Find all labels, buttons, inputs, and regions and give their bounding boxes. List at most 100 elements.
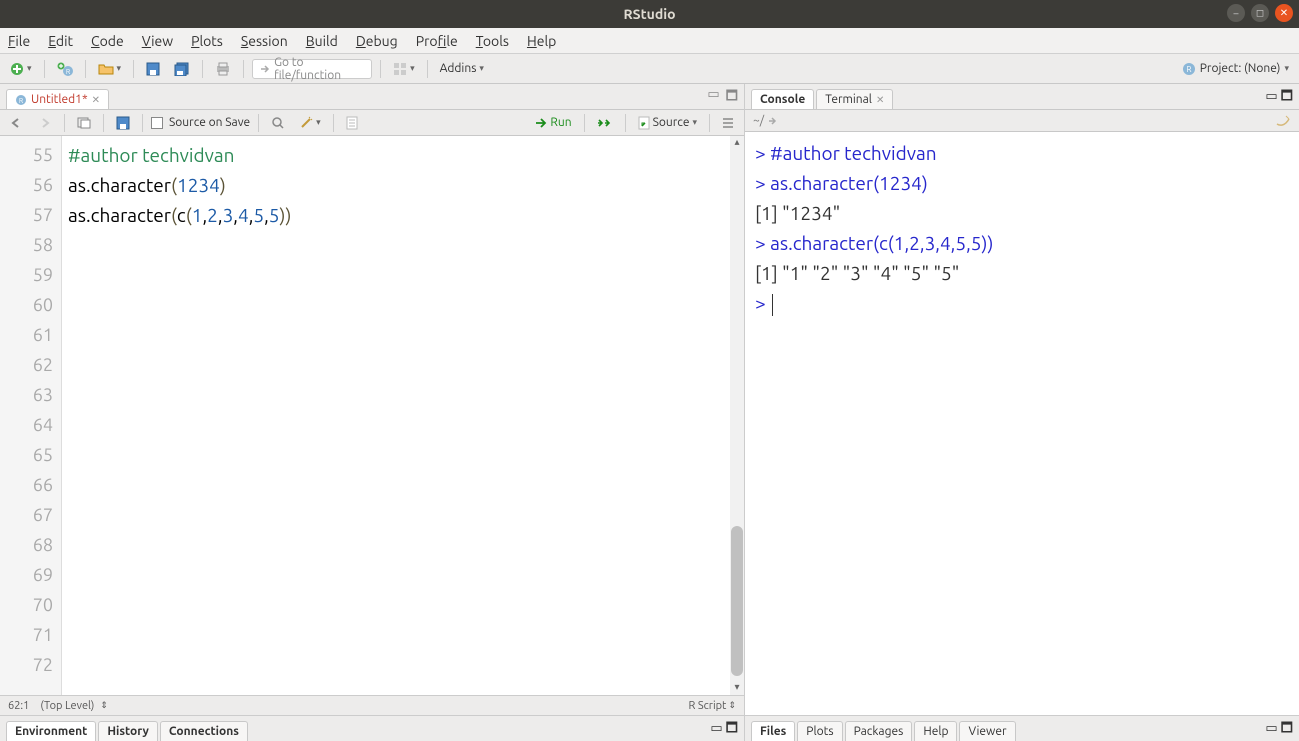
- menu-code[interactable]: Code: [91, 33, 124, 49]
- minimize-icon[interactable]: –: [1227, 4, 1245, 22]
- back-button[interactable]: [6, 115, 28, 131]
- maximize-pane-icon[interactable]: 🗖: [726, 87, 738, 109]
- tab-history[interactable]: History: [98, 721, 158, 741]
- code-area[interactable]: #author techvidvanas.character(1234)as.c…: [62, 136, 744, 695]
- source-on-save-checkbox[interactable]: [151, 117, 163, 129]
- separator: [133, 60, 134, 78]
- project-menu[interactable]: R Project: (None) ▾: [1178, 60, 1293, 78]
- rerun-button[interactable]: [593, 115, 617, 131]
- open-file-button[interactable]: ▾: [94, 60, 126, 78]
- scroll-down-icon[interactable]: ▾: [730, 681, 744, 695]
- minimize-pane-icon[interactable]: ▭: [710, 721, 722, 735]
- minimize-pane-icon[interactable]: ▭: [1265, 89, 1277, 103]
- menubar: File Edit Code View Plots Session Build …: [0, 28, 1299, 54]
- scope-label[interactable]: (Top Level): [40, 700, 94, 712]
- new-file-button[interactable]: ▾: [6, 60, 36, 78]
- save-button[interactable]: [142, 60, 164, 78]
- popout-icon: [77, 117, 91, 129]
- source-icon: [638, 116, 650, 130]
- wand-button[interactable]: ▾: [295, 114, 325, 132]
- menu-help[interactable]: Help: [527, 33, 556, 49]
- console-body[interactable]: > #author techvidvan> as.character(1234)…: [745, 132, 1299, 715]
- chevron-down-icon: ▾: [316, 117, 321, 128]
- tab-help[interactable]: Help: [914, 721, 957, 741]
- source-button[interactable]: Source ▾: [634, 114, 701, 132]
- editor-statusbar: 62:1 (Top Level) ⇕ R Script ⇕: [0, 695, 744, 715]
- chevron-down-icon: ▾: [1284, 63, 1289, 74]
- chevron-down-icon: ▾: [117, 63, 122, 74]
- run-button[interactable]: Run: [530, 114, 575, 131]
- tab-plots[interactable]: Plots: [797, 721, 842, 741]
- chevron-down-icon: ▾: [692, 117, 697, 128]
- editor-scrollbar[interactable]: ▴ ▾: [730, 136, 744, 695]
- new-project-button[interactable]: R: [53, 60, 77, 78]
- menu-file[interactable]: File: [8, 33, 30, 49]
- clear-console-icon[interactable]: [1275, 114, 1291, 128]
- restore-pane-icon[interactable]: 🗖: [1281, 721, 1293, 735]
- addins-button[interactable]: Addins ▾: [436, 60, 488, 77]
- separator: [243, 60, 244, 78]
- menu-profile[interactable]: Profile: [416, 33, 458, 49]
- window-controls: – ◻ ✕: [1227, 4, 1293, 22]
- left-pane: R Untitled1* ✕ ▭ 🗖: [0, 84, 745, 741]
- svg-text:R: R: [19, 97, 24, 105]
- menu-build[interactable]: Build: [306, 33, 338, 49]
- close-tab-icon[interactable]: ✕: [92, 94, 100, 106]
- tab-packages[interactable]: Packages: [845, 721, 913, 741]
- back-icon: [10, 117, 24, 129]
- r-project-icon: R: [1182, 62, 1196, 76]
- tab-connections[interactable]: Connections: [160, 721, 248, 741]
- bottom-right-tabs: Files Plots Packages Help Viewer ▭ 🗖: [745, 715, 1299, 741]
- close-icon[interactable]: ✕: [1275, 4, 1293, 22]
- find-button[interactable]: [267, 114, 289, 132]
- maximize-pane-icon[interactable]: 🗖: [1281, 89, 1293, 103]
- scroll-up-icon[interactable]: ▴: [730, 136, 744, 150]
- tab-environment[interactable]: Environment: [6, 721, 96, 741]
- minimize-pane-icon[interactable]: ▭: [707, 87, 719, 109]
- svg-text:R: R: [65, 68, 70, 76]
- minimize-pane-icon[interactable]: ▭: [1265, 721, 1277, 735]
- console-tabs: Console Terminal ✕ ▭ 🗖: [745, 84, 1299, 110]
- source-tabs: R Untitled1* ✕ ▭ 🗖: [0, 84, 744, 110]
- save-all-button[interactable]: [170, 60, 194, 78]
- forward-button[interactable]: [34, 115, 56, 131]
- menu-edit[interactable]: Edit: [48, 33, 73, 49]
- grid-button[interactable]: ▾: [389, 60, 419, 78]
- updown-icon: ⇕: [100, 700, 108, 711]
- tab-terminal[interactable]: Terminal ✕: [816, 89, 893, 109]
- tab-files[interactable]: Files: [751, 721, 795, 741]
- separator: [44, 60, 45, 78]
- language-label[interactable]: R Script: [689, 700, 727, 712]
- goto-file-input[interactable]: Go to file/function: [252, 59, 372, 79]
- close-tab-icon[interactable]: ✕: [876, 94, 884, 106]
- restore-pane-icon[interactable]: 🗖: [726, 721, 738, 735]
- tab-console[interactable]: Console: [751, 89, 814, 109]
- separator: [85, 60, 86, 78]
- tab-viewer[interactable]: Viewer: [959, 721, 1015, 741]
- notebook-button[interactable]: [342, 114, 362, 132]
- notebook-icon: [346, 116, 358, 130]
- outline-icon: [722, 117, 734, 129]
- goto-placeholder: Go to file/function: [274, 56, 365, 82]
- code-editor[interactable]: 555657585960616263646566676869707172 #au…: [0, 136, 744, 695]
- env-tabs: Environment History Connections ▭ 🗖: [0, 715, 744, 741]
- console-path: ~/: [753, 114, 764, 127]
- menu-session[interactable]: Session: [241, 33, 288, 49]
- print-button[interactable]: [211, 60, 235, 78]
- maximize-icon[interactable]: ◻: [1251, 4, 1269, 22]
- outline-button[interactable]: [718, 115, 738, 131]
- menu-debug[interactable]: Debug: [356, 33, 398, 49]
- show-in-new-window-button[interactable]: [73, 115, 95, 131]
- popout-icon[interactable]: [767, 115, 779, 127]
- save-source-button[interactable]: [112, 114, 134, 132]
- wand-icon: [299, 116, 313, 130]
- menu-plots[interactable]: Plots: [191, 33, 223, 49]
- source-tab-untitled1[interactable]: R Untitled1* ✕: [6, 89, 109, 109]
- separator: [380, 60, 381, 78]
- main-split: R Untitled1* ✕ ▭ 🗖: [0, 84, 1299, 741]
- menu-tools[interactable]: Tools: [476, 33, 509, 49]
- folder-open-icon: [98, 62, 114, 76]
- menu-view[interactable]: View: [142, 33, 173, 49]
- r-file-icon: R: [15, 94, 27, 106]
- save-all-icon: [174, 62, 190, 76]
